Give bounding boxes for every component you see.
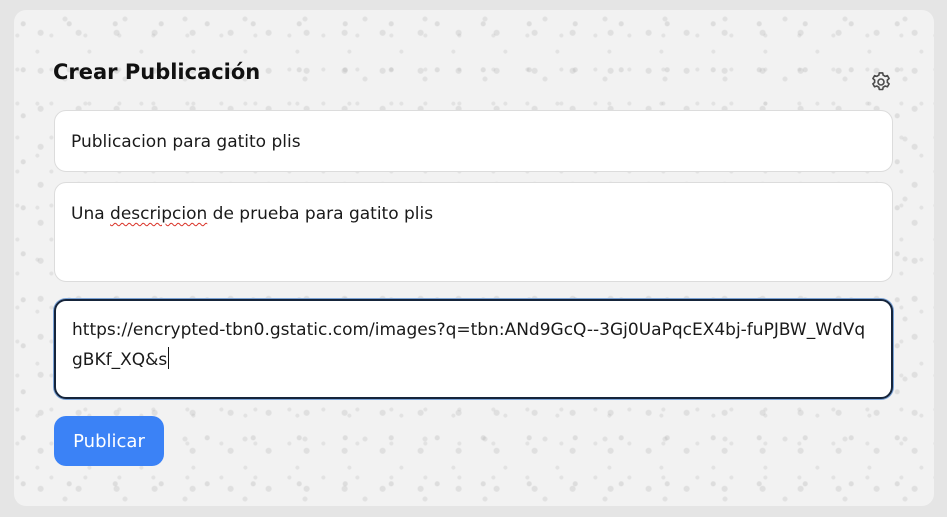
text-cursor bbox=[168, 347, 170, 369]
description-textarea[interactable]: Una descripcion de prueba para gatito pl… bbox=[54, 182, 893, 282]
image-url-value: https://encrypted-tbn0.gstatic.com/image… bbox=[72, 320, 866, 370]
misspelled-word: descripcion bbox=[110, 204, 208, 224]
page-title: Crear Publicación bbox=[53, 60, 261, 84]
gear-icon[interactable] bbox=[869, 70, 893, 94]
publish-button[interactable]: Publicar bbox=[54, 416, 164, 466]
description-text-start: Una bbox=[71, 204, 111, 224]
title-input[interactable]: Publicacion para gatito plis bbox=[54, 110, 893, 172]
image-url-textarea[interactable]: https://encrypted-tbn0.gstatic.com/image… bbox=[54, 299, 893, 399]
title-input-value: Publicacion para gatito plis bbox=[71, 132, 301, 152]
description-text-end: de prueba para gatito plis bbox=[207, 204, 434, 224]
create-post-card: Crear Publicación Publicacion para gatit… bbox=[14, 10, 934, 506]
